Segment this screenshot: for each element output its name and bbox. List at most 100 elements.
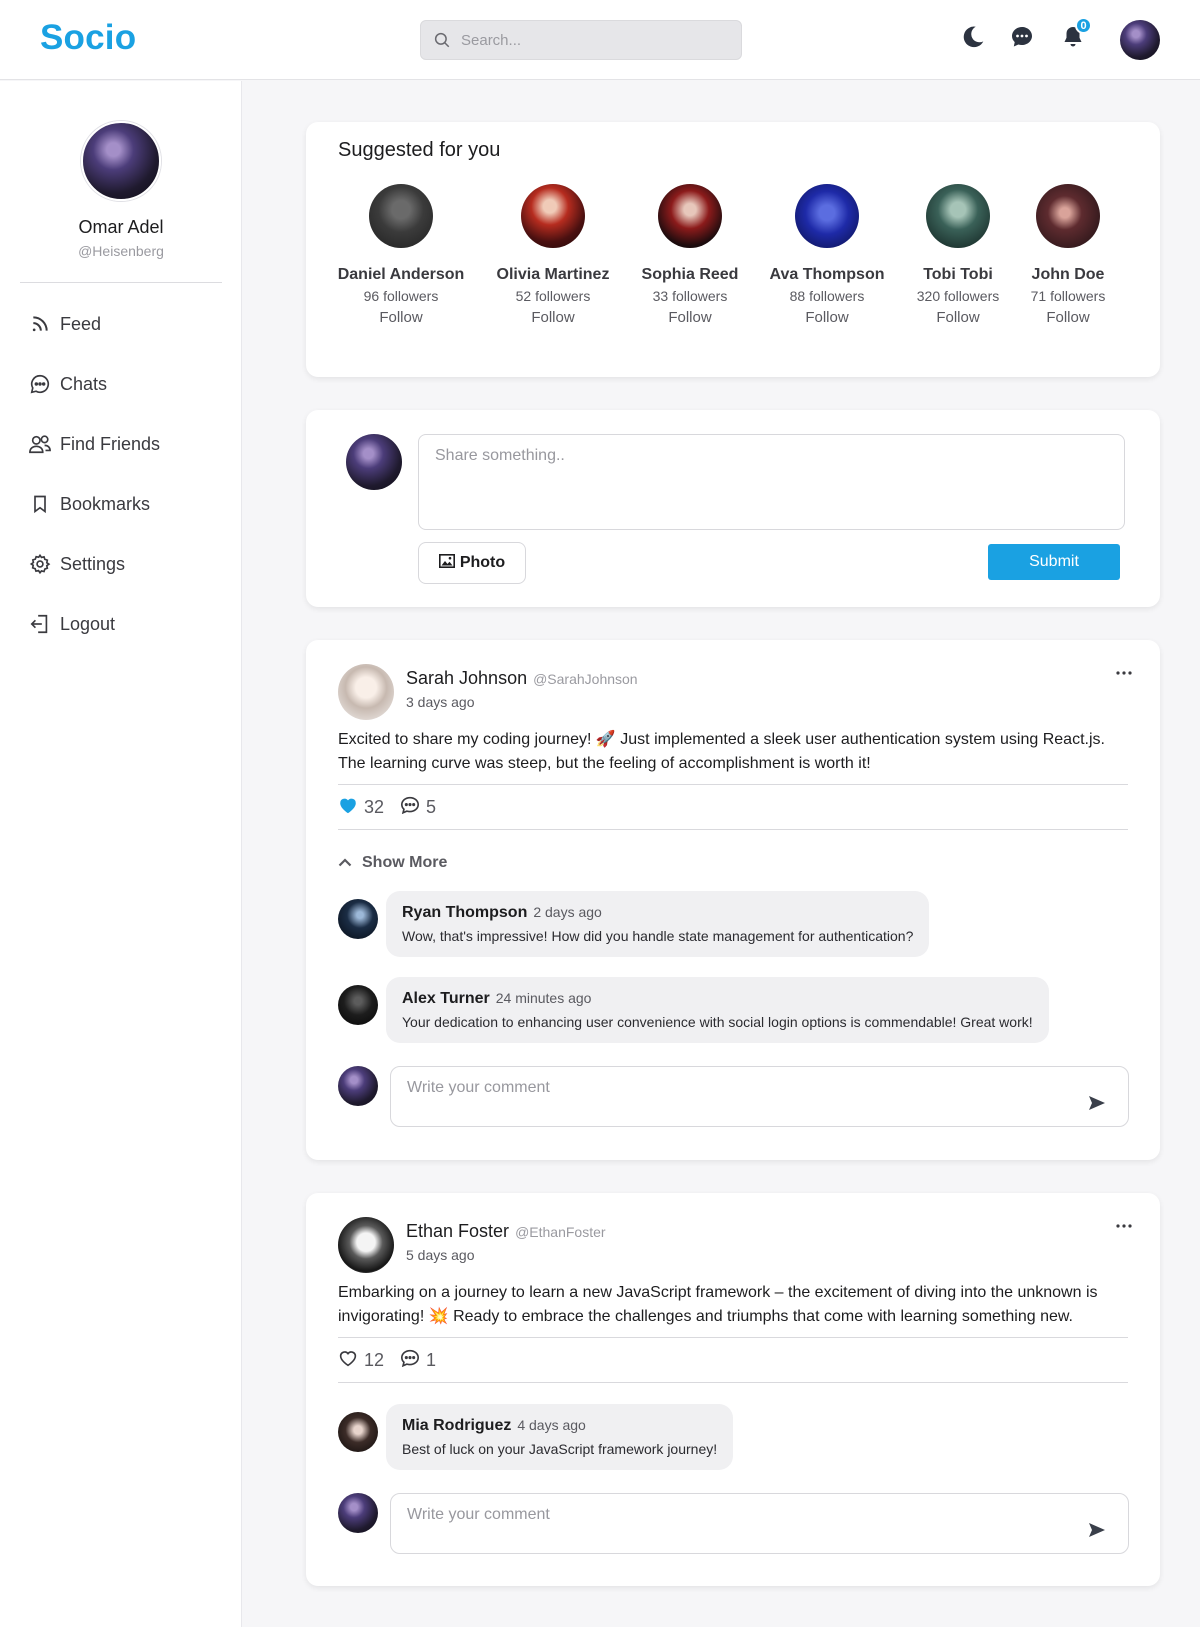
post-text-line: invigorating! 💥 Ready to embrace the cha…	[338, 1308, 1073, 1325]
follow-button[interactable]: Follow	[326, 309, 476, 326]
sidebar-item-bookmarks[interactable]: Bookmarks	[0, 474, 242, 534]
profile-avatar-button[interactable]	[1120, 20, 1160, 60]
profile-name: Omar Adel	[78, 217, 164, 237]
comment-icon	[400, 796, 426, 819]
avatar[interactable]	[521, 184, 585, 248]
comment-icon	[400, 1349, 426, 1372]
post-actions: 12 1	[338, 1348, 452, 1372]
suggestions-card: Suggested for you Daniel Anderson 96 fol…	[306, 122, 1160, 377]
comment-author[interactable]: Mia Rodriguez	[402, 1417, 511, 1434]
post-author-name[interactable]: Sarah Johnson	[406, 668, 527, 688]
avatar[interactable]	[338, 1412, 378, 1452]
comment-text: Best of luck on your JavaScript framewor…	[402, 1441, 718, 1457]
like-button[interactable]: 32	[338, 796, 384, 819]
sidebar-item-label: Feed	[60, 313, 102, 334]
sidebar-nav: Feed Chats Find Friends Bookmarks Settin…	[0, 294, 242, 654]
post-text-line: The learning curve was steep, but the fe…	[338, 755, 871, 772]
sidebar-profile: Omar Adel @Heisenberg	[0, 121, 242, 259]
suggested-user-name[interactable]: Ava Thompson	[752, 266, 902, 284]
suggested-user: Daniel Anderson 96 followers Follow	[326, 184, 476, 326]
photo-button[interactable]: Photo	[418, 542, 526, 584]
divider	[338, 1382, 1128, 1383]
comment-time: 24 minutes ago	[495, 990, 592, 1006]
follower-count: 52 followers	[515, 288, 591, 304]
share-input[interactable]	[418, 434, 1125, 530]
send-icon[interactable]	[1088, 1095, 1106, 1116]
chevron-up-icon	[338, 854, 362, 872]
suggested-user-name[interactable]: Olivia Martinez	[478, 266, 628, 284]
comment-input[interactable]	[407, 1077, 1047, 1099]
messages-button[interactable]	[1007, 24, 1037, 54]
post-author-handle: @SarahJohnson	[533, 671, 638, 687]
comment-count: 5	[426, 796, 437, 817]
avatar[interactable]	[369, 184, 433, 248]
rss-icon	[28, 312, 52, 336]
post-author-handle: @EthanFoster	[515, 1224, 606, 1240]
avatar[interactable]	[658, 184, 722, 248]
comment-bubble: Ryan Thompson 2 days ago Wow, that's impr…	[386, 891, 930, 957]
post-text-line: Embarking on a journey to learn a new Ja…	[338, 1284, 1098, 1301]
logout-icon	[28, 612, 52, 636]
search-icon	[433, 31, 451, 54]
divider	[338, 829, 1128, 830]
follow-button[interactable]: Follow	[615, 309, 765, 326]
follow-button[interactable]: Follow	[993, 309, 1143, 326]
search-bar[interactable]	[420, 20, 742, 60]
comment-time: 2 days ago	[533, 904, 602, 920]
comment-input[interactable]	[407, 1504, 1047, 1526]
suggested-user-name[interactable]: Sophia Reed	[615, 266, 765, 284]
comment-box[interactable]	[390, 1066, 1129, 1127]
avatar[interactable]	[795, 184, 859, 248]
like-button[interactable]: 12	[338, 1349, 384, 1372]
comment-box[interactable]	[390, 1493, 1129, 1554]
comment-author[interactable]: Ryan Thompson	[402, 904, 527, 921]
more-horizontal-icon	[1116, 1215, 1132, 1233]
divider	[338, 1337, 1128, 1338]
comment-time: 4 days ago	[517, 1417, 586, 1433]
notification-badge: 0	[1075, 17, 1092, 34]
bookmark-icon	[28, 492, 52, 516]
avatar[interactable]	[926, 184, 990, 248]
like-count: 12	[364, 1349, 385, 1370]
app-logo[interactable]: Socio	[40, 18, 136, 58]
divider	[338, 784, 1128, 785]
photo-label: Photo	[459, 554, 506, 571]
submit-button[interactable]: Submit	[988, 544, 1120, 580]
notifications-button[interactable]: 0	[1058, 17, 1092, 54]
comment-text: Wow, that's impressive! How did you hand…	[402, 928, 914, 944]
follow-button[interactable]: Follow	[478, 309, 628, 326]
comment-author[interactable]: Alex Turner	[402, 990, 490, 1007]
chat-bubble-icon	[1010, 25, 1034, 54]
avatar[interactable]	[338, 664, 394, 720]
suggested-user-name[interactable]: Daniel Anderson	[326, 266, 476, 284]
avatar[interactable]	[338, 985, 378, 1025]
avatar[interactable]	[338, 899, 378, 939]
gear-icon	[28, 552, 52, 576]
post-options-button[interactable]	[1110, 662, 1138, 680]
profile-avatar[interactable]	[81, 121, 161, 201]
search-input[interactable]	[461, 21, 731, 59]
show-more-button[interactable]: Show More	[338, 854, 447, 872]
send-icon[interactable]	[1088, 1522, 1106, 1543]
comment-button[interactable]: 1	[400, 1349, 436, 1372]
post-author-name[interactable]: Ethan Foster	[406, 1221, 509, 1241]
sidebar-item-settings[interactable]: Settings	[0, 534, 242, 594]
dark-mode-toggle[interactable]	[958, 24, 988, 54]
show-more-label: Show More	[362, 854, 448, 871]
sidebar-item-chats[interactable]: Chats	[0, 354, 242, 414]
sidebar-item-feed[interactable]: Feed	[0, 294, 242, 354]
comment-bubble: Alex Turner 24 minutes ago Your dedicatio…	[386, 977, 1049, 1043]
comment-button[interactable]: 5	[400, 796, 436, 819]
post-body: Embarking on a journey to learn a new Ja…	[338, 1281, 1128, 1329]
profile-handle: @Heisenberg	[78, 243, 164, 259]
sidebar-item-find-friends[interactable]: Find Friends	[0, 414, 242, 474]
sidebar-item-label: Bookmarks	[60, 493, 151, 514]
follow-button[interactable]: Follow	[752, 309, 902, 326]
suggested-user-name[interactable]: John Doe	[993, 266, 1143, 284]
post-timestamp: 5 days ago	[406, 1247, 475, 1263]
avatar[interactable]	[1036, 184, 1100, 248]
sidebar-item-logout[interactable]: Logout	[0, 594, 242, 654]
post-options-button[interactable]	[1110, 1215, 1138, 1233]
post-author-line: Sarah Johnson @SarahJohnson	[406, 668, 638, 689]
avatar[interactable]	[338, 1217, 394, 1273]
